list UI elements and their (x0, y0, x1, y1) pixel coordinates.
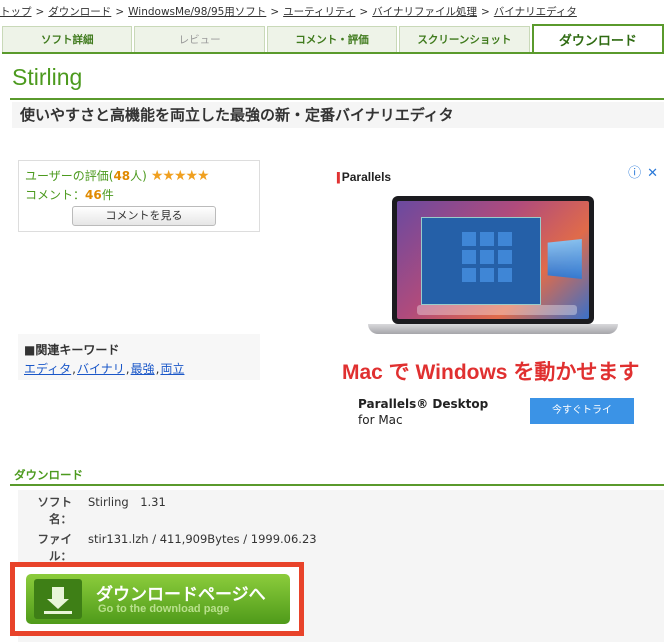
ad-product-name: Parallels® Desktop for Mac (358, 396, 488, 428)
file-label: ファイ ル： (18, 531, 73, 565)
tab-review[interactable]: レビュー (134, 26, 265, 52)
comment-count: コメント：46件 (25, 186, 253, 203)
tab-bar: ソフト詳細 レビュー コメント・評価 スクリーンショット ダウンロード (2, 24, 665, 54)
ad-product-line1: Parallels® Desktop (358, 397, 489, 411)
keywords-heading: ■関連キーワード (24, 343, 120, 357)
breadcrumb-top[interactable]: トップ (0, 6, 32, 18)
macbook-image (368, 196, 618, 346)
ad-headline: Mac で Windows を動かせます (342, 361, 640, 384)
related-keywords: ■関連キーワード エディタ,バイナリ,最強,両立 (18, 334, 260, 380)
page-title: Stirling (12, 64, 83, 90)
breadcrumb-separator: > (115, 6, 125, 18)
keyword-link-binary[interactable]: バイナリ (77, 362, 125, 376)
star-rating-icon: ★★★★★ (150, 167, 210, 184)
breadcrumb-windows-me[interactable]: WindowsMe/98/95用ソフト (128, 6, 266, 18)
keyword-separator: , (72, 362, 76, 376)
page-subtitle: 使いやすさと高機能を両立した最強の新・定番バイナリエディタ (12, 102, 664, 128)
breadcrumb-separator: > (270, 6, 280, 18)
laptop-screen (392, 196, 594, 324)
rating-panel: ユーザーの評価(48 人) ★★★★★ コメント：46件 コメントを見る (18, 160, 260, 232)
rating-label-prefix: ユーザーの評価( (25, 169, 114, 183)
download-divider (10, 484, 664, 486)
download-heading: ダウンロード (14, 468, 83, 482)
parallels-logo-bars: || (336, 170, 341, 184)
tab-screenshots[interactable]: スクリーンショット (399, 26, 530, 52)
download-icon (34, 579, 82, 619)
windows-logo-icon (547, 238, 582, 280)
keyword-link-strongest[interactable]: 最強 (131, 362, 155, 376)
keyword-separator: , (125, 362, 130, 376)
laptop-base (368, 324, 618, 334)
breadcrumb-download[interactable]: ダウンロード (48, 6, 111, 18)
breadcrumb-utility[interactable]: ユーティリティ (283, 6, 355, 18)
comment-label-prefix: コメント： (25, 188, 86, 202)
file-value: stir131.lzh / 411,909Bytes / 1999.06.23 (88, 532, 317, 546)
view-comments-button[interactable]: コメントを見る (72, 206, 216, 226)
ad-close-icon[interactable]: ✕ (647, 166, 658, 181)
tab-comments-ratings[interactable]: コメント・評価 (266, 26, 398, 52)
file-label-line1: ファイ (37, 532, 73, 546)
windows-start-menu-image (421, 217, 541, 305)
keyword-link-editor[interactable]: エディタ (24, 362, 71, 376)
advertisement[interactable]: ⓘ ✕ || Parallels Mac で Windows を動かせます Pa… (330, 160, 664, 435)
breadcrumb-separator: > (359, 6, 369, 18)
breadcrumb-separator: > (35, 6, 45, 18)
download-page-button[interactable]: ダウンロードページへ Go to the download page (26, 574, 290, 624)
comment-label-suffix: 件 (101, 188, 114, 202)
breadcrumb-separator: > (480, 6, 490, 18)
keyword-link-balance[interactable]: 両立 (160, 362, 184, 376)
title-divider (10, 98, 664, 100)
parallels-logo-text: Parallels (341, 170, 392, 184)
keyword-separator: , (155, 362, 160, 376)
download-button-label: ダウンロードページへ (96, 585, 266, 605)
software-name-value: Stirling 1.31 (88, 495, 166, 509)
breadcrumb-binary-editor[interactable]: バイナリエディタ (494, 6, 577, 18)
keyword-list: エディタ,バイナリ,最強,両立 (24, 360, 254, 377)
ad-info-icon[interactable]: ⓘ (628, 166, 641, 181)
download-button-sublabel: Go to the download page (98, 603, 230, 615)
tab-software-details[interactable]: ソフト詳細 (2, 26, 133, 52)
tab-download[interactable]: ダウンロード (531, 24, 665, 52)
software-name-label: ソフト 名： (18, 494, 73, 528)
parallels-logo: || Parallels (336, 170, 391, 184)
rating-label-suffix: 人) (130, 169, 147, 183)
software-name-label-line2: 名： (49, 512, 72, 526)
mac-dock (417, 305, 577, 315)
ad-try-now-button[interactable]: 今すぐトライ (530, 398, 634, 424)
user-rating: ユーザーの評価(48 人) ★★★★★ (25, 167, 253, 184)
ad-product-line2: for Mac (358, 413, 403, 427)
download-button-highlight: ダウンロードページへ Go to the download page (10, 562, 304, 636)
software-name-label-line1: ソフト (37, 495, 73, 509)
comment-count-value: 46 (85, 188, 102, 202)
breadcrumb: トップ > ダウンロード > WindowsMe/98/95用ソフト > ユーティリティ > バ… (0, 4, 666, 19)
ad-controls: ⓘ ✕ (628, 162, 658, 181)
breadcrumb-binary-file[interactable]: バイナリファイル処理 (372, 6, 477, 18)
rating-count: 48 (113, 168, 131, 183)
